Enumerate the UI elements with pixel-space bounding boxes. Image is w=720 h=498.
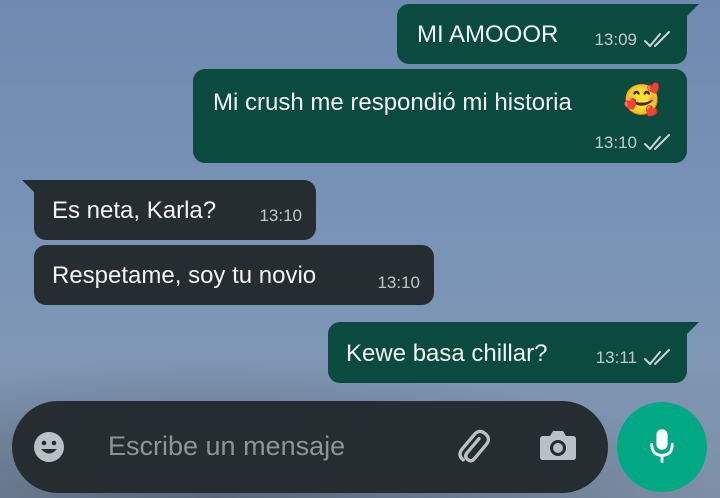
message-text: Kewe basa chillar? [346, 340, 548, 367]
message-time: 13:10 [377, 273, 420, 292]
message-outgoing[interactable]: Mi crush me respondió mi historia 🥰 13:1… [193, 69, 687, 163]
emoji-icon[interactable] [32, 430, 66, 464]
message-composer[interactable]: Escribe un mensaje [12, 401, 608, 493]
message-text: Mi crush me respondió mi historia [213, 89, 572, 116]
read-ticks-icon [644, 31, 670, 47]
message-text: Es neta, Karla? [52, 197, 217, 224]
bubble-tail [685, 4, 699, 18]
voice-message-button[interactable] [617, 402, 707, 492]
message-time: 13:11 [595, 348, 637, 367]
read-ticks-icon [644, 134, 670, 150]
message-incoming[interactable]: Respetame, soy tu novio 13:10 [34, 245, 434, 305]
message-meta: 13:10 [377, 273, 420, 293]
message-time: 13:10 [594, 133, 637, 152]
message-input-placeholder[interactable]: Escribe un mensaje [108, 431, 345, 462]
message-text: MI AMOOOR [417, 21, 559, 48]
message-text: Respetame, soy tu novio [52, 262, 317, 289]
attach-icon[interactable] [450, 425, 494, 469]
camera-icon[interactable] [538, 428, 578, 462]
message-meta: 13:09 [594, 30, 673, 50]
message-outgoing[interactable]: Kewe basa chillar? 13:11 [328, 322, 699, 383]
message-meta: 13:10 [594, 133, 673, 153]
read-ticks-icon [644, 349, 670, 365]
message-outgoing[interactable]: MI AMOOOR 13:09 [397, 4, 699, 64]
message-meta: 13:10 [259, 206, 302, 226]
message-meta: 13:11 [596, 348, 673, 368]
bubble-tail [22, 180, 36, 194]
message-time: 13:10 [259, 206, 302, 225]
message-time: 13:09 [594, 30, 637, 49]
bubble-tail [685, 322, 699, 336]
mic-icon [650, 429, 674, 463]
smiling-face-with-hearts-emoji: 🥰 [623, 84, 661, 117]
message-incoming[interactable]: Es neta, Karla? 13:10 [22, 180, 316, 240]
